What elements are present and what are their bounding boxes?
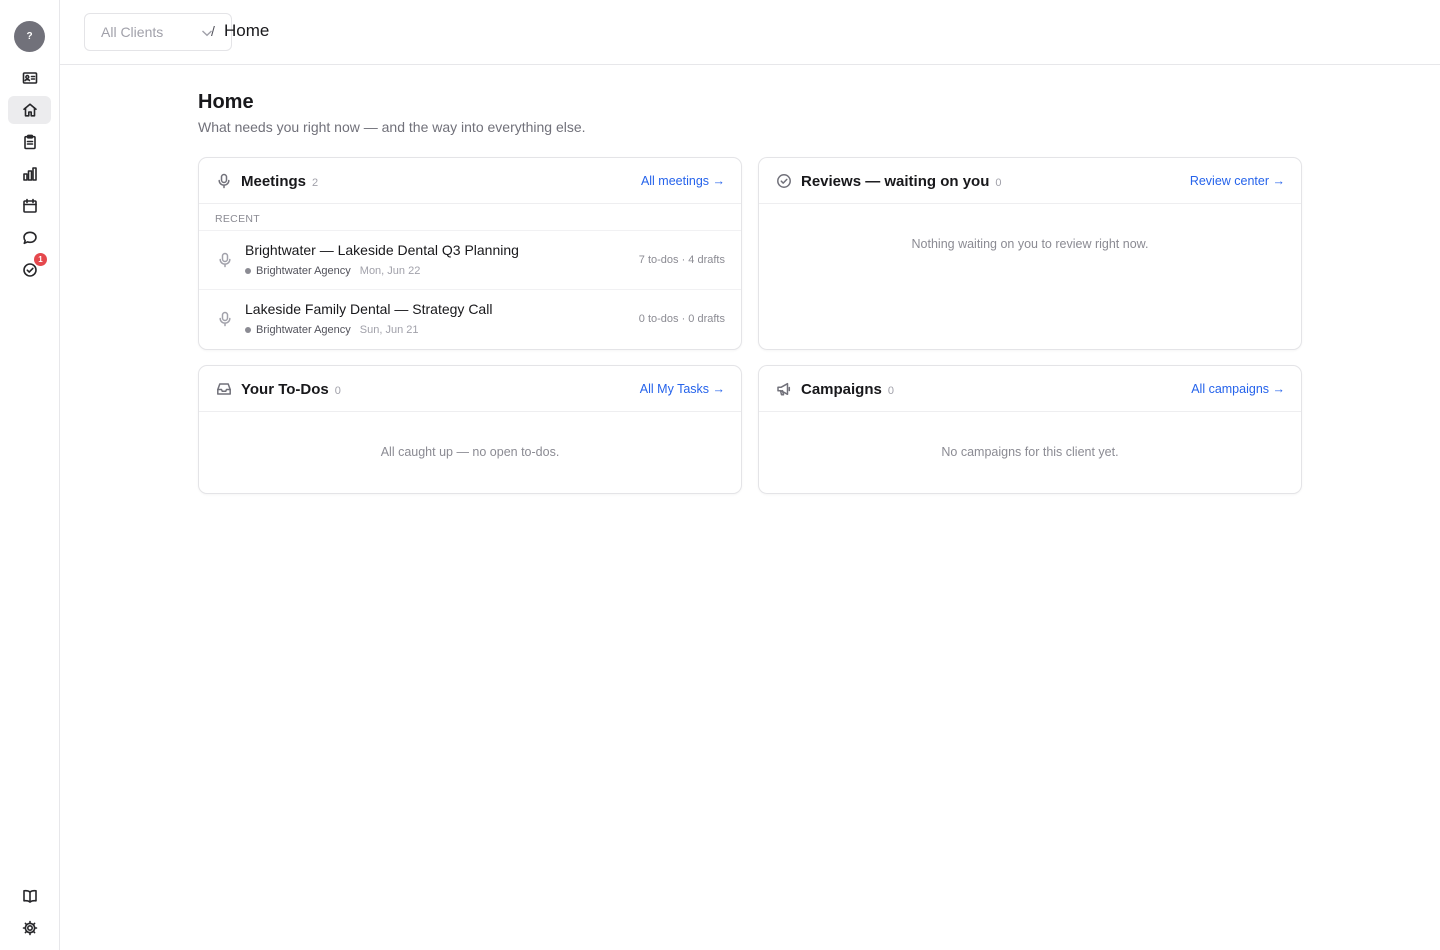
inbox-icon — [216, 381, 232, 397]
meeting-stats: 7 to-dos · 4 drafts — [638, 254, 725, 266]
reviews-empty-message: Nothing waiting on you to review right n… — [911, 237, 1149, 251]
microphone-icon — [216, 173, 232, 189]
sidebar: ? 1 — [0, 0, 60, 950]
campaigns-count: 0 — [887, 385, 894, 397]
id-card-icon — [22, 72, 37, 84]
check-circle-icon — [776, 173, 792, 189]
todos-empty-message: All caught up — no open to-dos. — [380, 445, 560, 459]
meeting-title[interactable]: Lakeside Family Dental — Strategy Call — [245, 301, 492, 317]
breadcrumb: Home — [224, 21, 270, 40]
microphone-icon — [218, 311, 232, 327]
microphone-icon — [218, 252, 232, 268]
sidebar-item-tasks[interactable] — [8, 128, 51, 156]
sidebar-item-docs[interactable] — [8, 882, 51, 910]
meeting-row[interactable]: Lakeside Family Dental — Strategy Call B… — [199, 289, 741, 348]
sidebar-item-calendar[interactable] — [8, 192, 51, 220]
sidebar-item-reports[interactable] — [8, 160, 51, 188]
meetings-card-header: Meetings 2 All meetings → — [199, 158, 741, 204]
client-select-value: All Clients — [101, 24, 164, 40]
recent-section-label: RECENT — [215, 213, 260, 225]
all-my-tasks-link[interactable]: All My Tasks → — [640, 382, 725, 396]
review-center-link[interactable]: Review center → — [1190, 174, 1285, 188]
meeting-stats: 0 to-dos · 0 drafts — [638, 313, 725, 325]
all-meetings-link[interactable]: All meetings → — [641, 174, 725, 188]
sidebar-item-settings[interactable] — [8, 914, 51, 942]
meeting-client: Brightwater Agency — [256, 265, 351, 277]
sidebar-item-contacts[interactable] — [8, 64, 51, 92]
meeting-row[interactable]: Brightwater — Lakeside Dental Q3 Plannin… — [199, 230, 741, 289]
campaigns-card-header: Campaigns 0 All campaigns → — [759, 366, 1301, 412]
meetings-card-title: Meetings 2 — [241, 173, 319, 190]
sidebar-item-messages[interactable] — [8, 224, 51, 252]
meeting-meta: Brightwater Agency Mon, Jun 22 — [245, 265, 420, 277]
client-dot — [245, 327, 251, 333]
reviews-count: 0 — [995, 177, 1002, 189]
all-campaigns-link[interactable]: All campaigns → — [1191, 382, 1285, 396]
client-dot — [245, 268, 251, 274]
reviews-card: Reviews — waiting on you 0 Review center … — [758, 157, 1302, 350]
todos-count: 0 — [334, 385, 341, 397]
chat-icon — [22, 231, 37, 245]
reviews-card-header: Reviews — waiting on you 0 Review center … — [759, 158, 1301, 204]
topbar: All Clients / Home — [60, 0, 1440, 65]
campaigns-card-title: Campaigns 0 — [801, 381, 894, 398]
client-select[interactable]: All Clients — [84, 13, 232, 51]
campaigns-card: Campaigns 0 All campaigns → No campaigns … — [758, 365, 1302, 494]
page-title: Home — [198, 91, 254, 113]
meeting-meta: Brightwater Agency Sun, Jun 21 — [245, 324, 419, 336]
meeting-title[interactable]: Brightwater — Lakeside Dental Q3 Plannin… — [245, 242, 519, 258]
clipboard-icon — [23, 134, 36, 150]
todos-card-title: Your To-Dos 0 — [241, 381, 341, 398]
sidebar-item-reviews[interactable]: 1 — [8, 253, 51, 284]
sidebar-item-home[interactable] — [8, 96, 51, 124]
megaphone-icon — [776, 381, 792, 397]
meeting-date: Sun, Jun 21 — [359, 324, 419, 336]
book-icon — [22, 889, 37, 903]
reviews-card-title: Reviews — waiting on you 0 — [801, 173, 1002, 190]
check-circle-icon — [22, 263, 37, 277]
campaigns-empty-message: No campaigns for this client yet. — [941, 445, 1119, 459]
todos-card-header: Your To-Dos 0 All My Tasks → — [199, 366, 741, 412]
meeting-client: Brightwater Agency — [256, 324, 351, 336]
page-subtitle: What needs you right now — and the way i… — [198, 119, 586, 135]
meetings-count: 2 — [312, 177, 319, 189]
avatar[interactable]: ? — [14, 21, 45, 52]
gear-icon — [22, 920, 37, 936]
home-icon — [22, 103, 37, 117]
notification-badge: 1 — [34, 253, 47, 266]
meeting-date: Mon, Jun 22 — [359, 265, 421, 277]
calendar-icon — [22, 198, 37, 213]
todos-card: Your To-Dos 0 All My Tasks → All caught u… — [198, 365, 742, 494]
meetings-card: Meetings 2 All meetings → RECENT Brightwa… — [198, 157, 742, 350]
bar-chart-icon — [22, 167, 37, 181]
breadcrumb-separator: / — [211, 23, 215, 39]
